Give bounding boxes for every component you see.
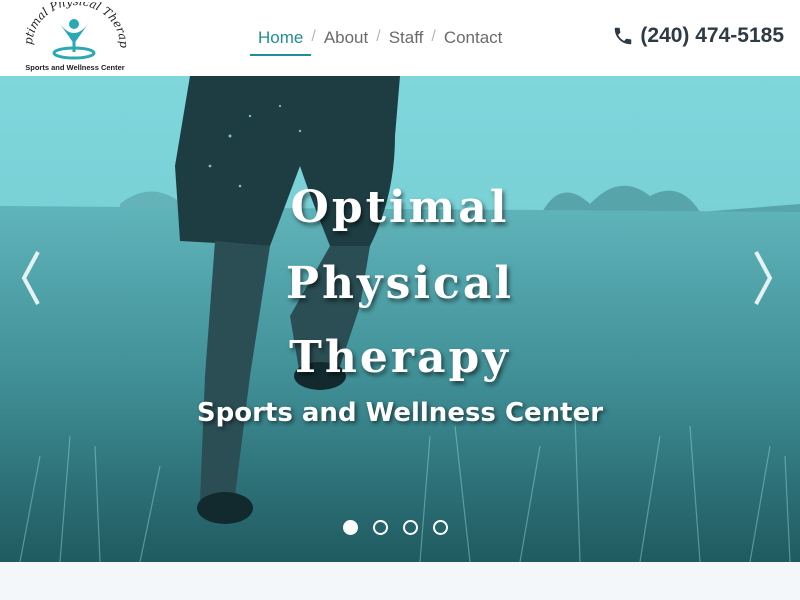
chevron-left-icon — [21, 251, 40, 305]
nav-staff[interactable]: Staff — [381, 26, 432, 54]
carousel-next-button[interactable] — [748, 246, 778, 310]
carousel-dot-2[interactable] — [373, 520, 388, 535]
hero-title-line: Optimal — [290, 182, 510, 233]
carousel-dot-3[interactable] — [403, 520, 418, 535]
carousel-dot-4[interactable] — [433, 520, 448, 535]
hero-background-image — [0, 76, 800, 562]
carousel-indicators — [343, 520, 463, 535]
hero-carousel: Optimal Physical Therapy Sports and Well… — [0, 76, 800, 562]
hero-title-line: Therapy — [289, 332, 511, 383]
site-header: Optimal Physical Therapy Sports and Well… — [0, 0, 800, 76]
nav-contact[interactable]: Contact — [436, 26, 511, 54]
site-logo[interactable]: Optimal Physical Therapy Sports and Well… — [17, 0, 131, 74]
carousel-prev-button[interactable] — [16, 246, 46, 310]
nav-home[interactable]: Home — [250, 26, 312, 56]
hero-title-line: Physical — [285, 258, 515, 309]
nav-about[interactable]: About — [316, 26, 376, 54]
chevron-right-icon — [754, 251, 773, 305]
phone-icon — [615, 27, 632, 45]
logo-tagline: Sports and Wellness Center — [25, 63, 125, 72]
page-section-below-hero — [0, 562, 800, 600]
carousel-dot-1[interactable] — [343, 520, 358, 535]
main-nav: Home / About / Staff / Contact — [250, 26, 510, 56]
hero-subtitle: Sports and Wellness Center — [196, 398, 604, 428]
phone-number: (240) 474-5185 — [640, 24, 784, 47]
phone-link[interactable]: (240) 474-5185 — [612, 24, 784, 48]
